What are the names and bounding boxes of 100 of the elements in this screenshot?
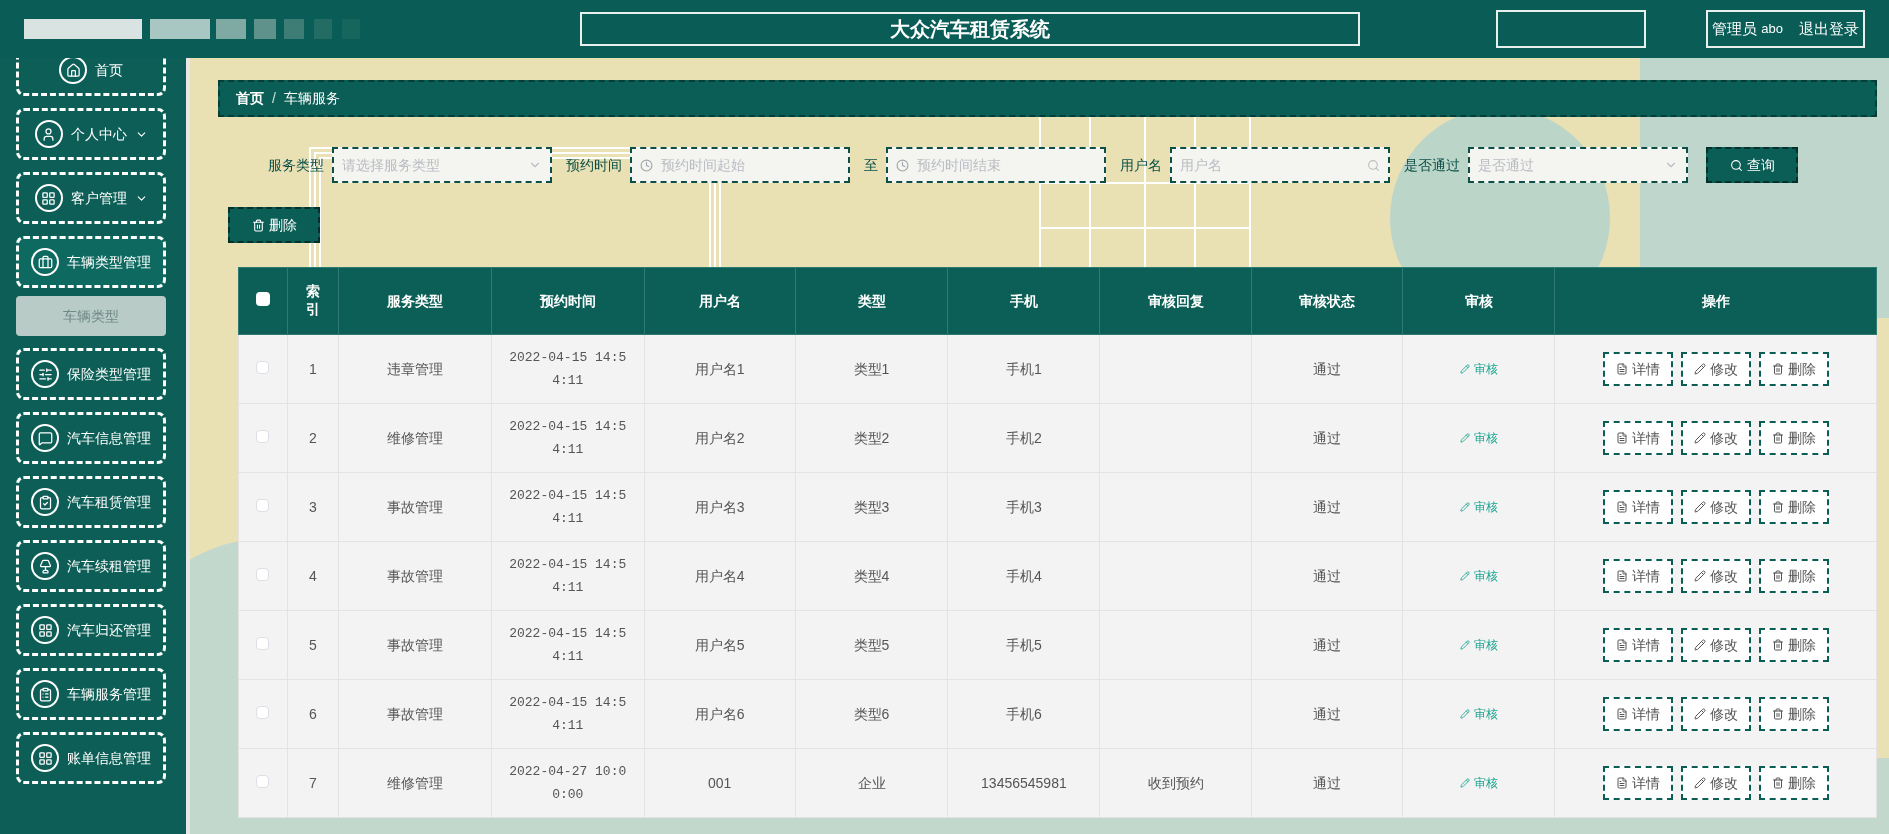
table-cell: 收到预约 [1147, 774, 1204, 791]
action-button[interactable]: 修改 [1680, 697, 1751, 731]
action-icon [1771, 363, 1784, 375]
pencil-icon [1459, 570, 1470, 581]
header-checkbox[interactable] [255, 291, 270, 306]
action-button[interactable]: 详情 [1602, 490, 1673, 524]
logout-link[interactable]: 退出登录 [1799, 17, 1859, 41]
breadcrumb-item: 车辆服务 [283, 89, 340, 108]
action-icon [1693, 708, 1706, 720]
menu-icon [31, 248, 59, 276]
table-cell: 手机2 [1006, 429, 1042, 446]
pencil-icon [1459, 363, 1470, 374]
row-checkbox[interactable] [256, 498, 270, 512]
breadcrumb-item[interactable]: 首页 [236, 88, 264, 109]
table-cell: 类型3 [853, 498, 890, 515]
action-button[interactable]: 修改 [1680, 490, 1751, 524]
column-header: 预约时间 [539, 292, 596, 309]
table-cell: 13456545981 [981, 774, 1067, 791]
action-icon [1693, 570, 1706, 582]
action-icon [1693, 501, 1706, 513]
table-cell: 维修管理 [386, 429, 443, 446]
table-cell: 001 [707, 774, 732, 791]
action-button[interactable]: 删除 [1758, 490, 1829, 524]
menu-icon [31, 424, 59, 452]
table-cell: 类型6 [853, 705, 890, 722]
sidebar-item[interactable]: 首页 [16, 58, 166, 96]
action-button[interactable]: 删除 [1758, 697, 1829, 731]
column-header: 审核 [1464, 292, 1493, 309]
query-button[interactable]: 查询 [1706, 147, 1798, 183]
action-button[interactable]: 修改 [1680, 421, 1751, 455]
action-button[interactable]: 删除 [1758, 352, 1829, 386]
breadcrumb-separator: / [272, 89, 276, 108]
action-button[interactable]: 删除 [1758, 559, 1829, 593]
action-icon [1615, 570, 1628, 582]
table-cell: 2 [309, 429, 317, 446]
row-checkbox[interactable] [256, 774, 270, 788]
row-checkbox[interactable] [256, 636, 270, 650]
action-button[interactable]: 修改 [1680, 766, 1751, 800]
action-button[interactable]: 详情 [1602, 559, 1673, 593]
sidebar-item[interactable]: 汽车续租管理 [16, 540, 166, 592]
row-checkbox[interactable] [256, 429, 270, 443]
table-cell: 6 [309, 705, 317, 722]
action-button[interactable]: 修改 [1680, 628, 1751, 662]
table-cell: 2022-04-15 14:54:11 [509, 418, 627, 457]
action-button[interactable]: 删除 [1758, 628, 1829, 662]
table-cell: 通过 [1313, 429, 1342, 446]
row-checkbox[interactable] [256, 360, 270, 374]
pencil-icon [1459, 777, 1470, 788]
sidebar-item[interactable]: 车辆类型管理 [16, 236, 166, 288]
action-icon [1693, 777, 1706, 789]
action-icon [1693, 639, 1706, 651]
sidebar-item[interactable]: 客户管理 [16, 172, 166, 224]
row-checkbox[interactable] [256, 567, 270, 581]
menu-icon [31, 744, 59, 772]
action-button[interactable]: 详情 [1602, 352, 1673, 386]
table-cell: 用户名3 [694, 498, 745, 515]
action-button[interactable]: 详情 [1602, 766, 1673, 800]
action-icon [1615, 708, 1628, 720]
sidebar-item[interactable]: 汽车信息管理 [16, 412, 166, 464]
action-icon [1771, 777, 1784, 789]
table-cell: 4 [309, 567, 317, 584]
filter-label: 用户名 [1120, 155, 1162, 175]
action-icon [1615, 777, 1628, 789]
table-cell: 2022-04-15 14:54:11 [509, 625, 627, 664]
table-cell: 用户名5 [694, 636, 745, 653]
table-cell: 事故管理 [386, 498, 443, 515]
column-header: 审核回复 [1147, 292, 1204, 309]
action-button[interactable]: 删除 [1758, 766, 1829, 800]
sidebar-item[interactable]: 账单信息管理 [16, 732, 166, 784]
menu-icon [31, 488, 59, 516]
table-cell: 手机4 [1006, 567, 1042, 584]
user-role: 管理员 [1712, 18, 1758, 39]
action-icon [1771, 432, 1784, 444]
action-icon [1771, 708, 1784, 720]
action-button[interactable]: 详情 [1602, 628, 1673, 662]
action-button[interactable]: 详情 [1602, 421, 1673, 455]
row-checkbox[interactable] [256, 705, 270, 719]
search-icon [1729, 158, 1743, 172]
column-header: 类型 [857, 292, 886, 309]
menu-icon [59, 58, 87, 84]
sidebar-item[interactable]: 汽车归还管理 [16, 604, 166, 656]
action-button[interactable]: 修改 [1680, 559, 1751, 593]
table-cell: 2022-04-15 14:54:11 [509, 694, 627, 733]
action-button[interactable]: 详情 [1602, 697, 1673, 731]
table-cell: 事故管理 [386, 567, 443, 584]
action-button[interactable]: 修改 [1680, 352, 1751, 386]
action-icon [1615, 501, 1628, 513]
sidebar-item[interactable]: 汽车租赁管理 [16, 476, 166, 528]
table-cell: 通过 [1313, 705, 1342, 722]
column-header: 操作 [1701, 292, 1730, 309]
clock-icon [640, 158, 653, 172]
table-cell: 手机3 [1006, 498, 1042, 515]
action-button[interactable]: 删除 [1758, 421, 1829, 455]
filter-label: 至 [864, 155, 878, 175]
menu-icon [31, 680, 59, 708]
sidebar-item[interactable]: 保险类型管理 [16, 348, 166, 400]
table-cell: 通过 [1313, 498, 1342, 515]
sidebar-item[interactable]: 个人中心 [16, 108, 166, 160]
sidebar-item[interactable]: 车辆服务管理 [16, 668, 166, 720]
delete-button[interactable]: 删除 [228, 207, 320, 243]
